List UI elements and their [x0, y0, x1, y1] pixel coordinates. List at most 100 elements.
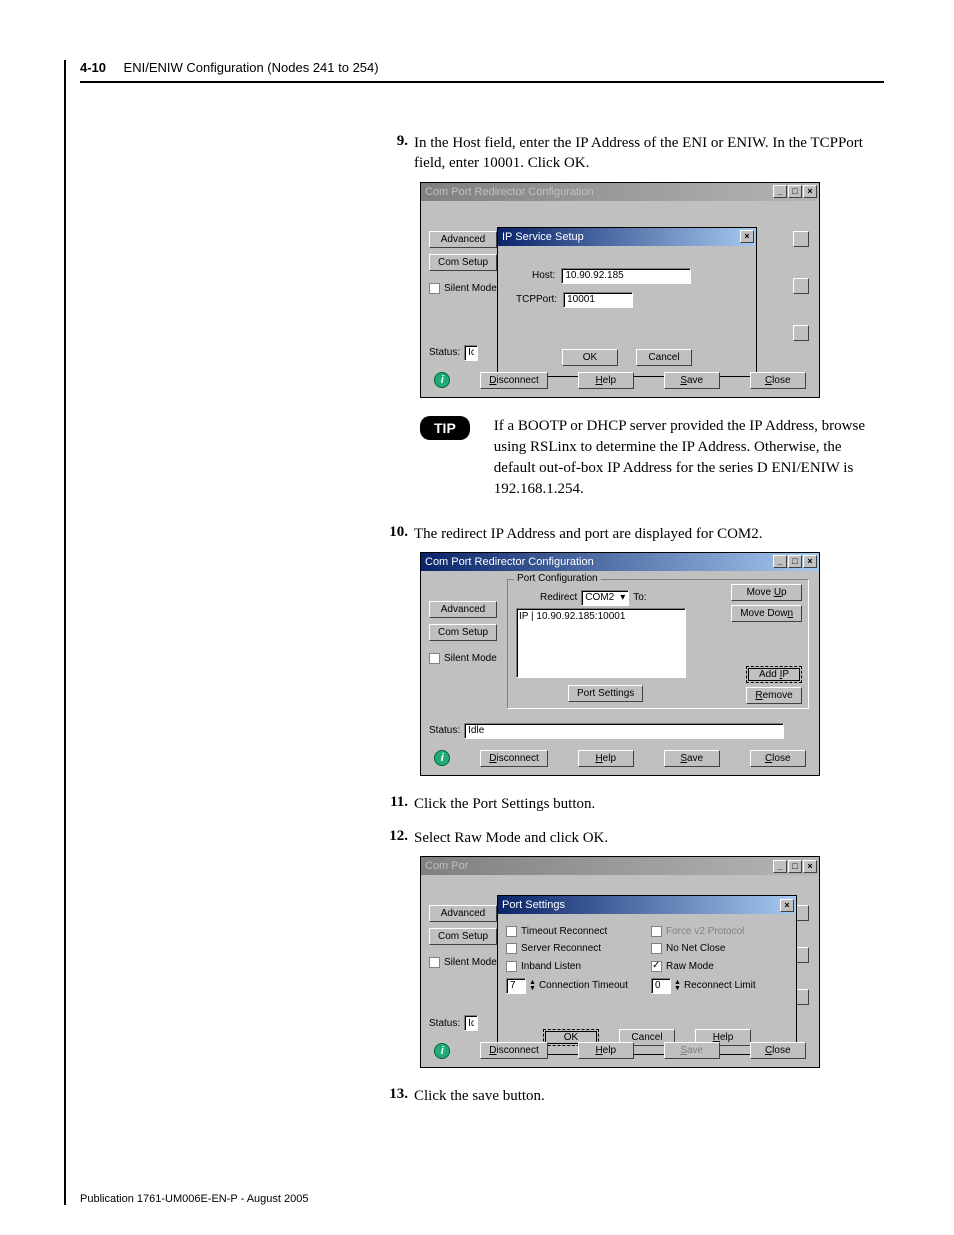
maximize-icon[interactable]: □	[788, 185, 802, 198]
com-setup-button[interactable]: Com Setup	[429, 624, 497, 641]
status-field	[464, 1015, 478, 1031]
raw-mode-checkbox[interactable]	[651, 961, 662, 972]
list-item[interactable]: IP | 10.90.92.185:10001	[519, 611, 683, 622]
help-button[interactable]: Help	[578, 372, 634, 389]
close-button[interactable]: Close	[750, 750, 806, 767]
help-button[interactable]: Help	[578, 1042, 634, 1059]
disconnect-button[interactable]: Disconnect	[480, 1042, 547, 1059]
tip-badge: TIP	[420, 416, 470, 440]
server-reconnect-checkbox[interactable]	[506, 943, 517, 954]
save-button: Save	[664, 1042, 720, 1059]
info-icon: i	[434, 372, 450, 388]
section-title: ENI/ENIW Configuration (Nodes 241 to 254…	[124, 60, 379, 75]
chk-label: Connection Timeout	[539, 980, 628, 991]
window-title: IP Service Setup	[502, 231, 584, 243]
advanced-button[interactable]: Advanced	[429, 231, 497, 248]
maximize-icon[interactable]: □	[788, 860, 802, 873]
close-button[interactable]: Close	[750, 1042, 806, 1059]
move-up-button[interactable]: Move Up	[731, 584, 802, 601]
dialog-port-settings: Port Settings × Timeout Reconnect Force …	[497, 895, 797, 1055]
silent-mode-checkbox[interactable]	[429, 653, 440, 664]
close-icon[interactable]: ×	[803, 860, 817, 873]
step-text: In the Host field, enter the IP Address …	[414, 133, 884, 174]
silent-mode-label: Silent Mode	[444, 283, 497, 294]
remove-button[interactable]: Remove	[746, 687, 802, 704]
close-icon[interactable]: ×	[780, 899, 794, 912]
status-field	[464, 345, 478, 361]
step-10: 10. The redirect IP Address and port are…	[380, 524, 884, 544]
dialog-com-port-redirector-1: Com Port Redirector Configuration _ □ × …	[420, 182, 820, 398]
group-label: Port Configuration	[514, 573, 601, 584]
tcpport-input[interactable]	[563, 292, 633, 308]
timeout-reconnect-checkbox[interactable]	[506, 926, 517, 937]
force-v2-checkbox	[651, 926, 662, 937]
status-label: Status:	[429, 725, 460, 736]
port-settings-button[interactable]: Port Settings	[568, 685, 643, 702]
minimize-icon[interactable]: _	[773, 555, 787, 568]
silent-mode-label: Silent Mode	[444, 653, 497, 664]
titlebar[interactable]: Port Settings ×	[498, 896, 796, 914]
ok-button[interactable]: OK	[562, 349, 618, 366]
chk-label: No Net Close	[666, 944, 725, 955]
window-title: Com Port Redirector Configuration	[425, 186, 594, 198]
to-label: To:	[633, 592, 646, 603]
host-label: Host:	[532, 270, 555, 281]
host-input[interactable]	[561, 268, 691, 284]
minimize-icon[interactable]: _	[773, 860, 787, 873]
dialog-com-port-redirector-3: Com Por _ □ × Advanced Com Setup Silent …	[420, 856, 820, 1068]
spinner-icon[interactable]: ▲▼	[674, 980, 681, 992]
disconnect-button[interactable]: Disconnect	[480, 750, 547, 767]
tcpport-label: TCPPort:	[516, 294, 557, 305]
step-11: 11. Click the Port Settings button.	[380, 794, 884, 814]
inband-listen-checkbox[interactable]	[506, 961, 517, 972]
step-number: 13.	[380, 1086, 408, 1106]
close-button[interactable]: Close	[750, 372, 806, 389]
window-title: Com Port Redirector Configuration	[425, 556, 594, 568]
close-icon[interactable]: ×	[740, 230, 754, 243]
titlebar[interactable]: Com Port Redirector Configuration _ □ ×	[421, 183, 819, 201]
disconnect-button[interactable]: Disconnect	[480, 372, 547, 389]
save-button[interactable]: Save	[664, 750, 720, 767]
close-icon[interactable]: ×	[803, 555, 817, 568]
silent-mode-checkbox[interactable]	[429, 957, 440, 968]
info-icon: i	[434, 750, 450, 766]
redirect-combo[interactable]: COM2▾	[581, 590, 629, 606]
silent-mode-checkbox[interactable]	[429, 283, 440, 294]
help-button[interactable]: Help	[578, 750, 634, 767]
chk-label: Reconnect Limit	[684, 980, 756, 991]
step-number: 11.	[380, 794, 408, 814]
ip-list[interactable]: IP | 10.90.92.185:10001	[516, 608, 686, 678]
chk-label: Inband Listen	[521, 961, 581, 972]
titlebar[interactable]: IP Service Setup ×	[498, 228, 756, 246]
chk-label: Timeout Reconnect	[521, 926, 607, 937]
add-ip-button[interactable]: Add IP	[746, 666, 802, 683]
titlebar[interactable]: Com Port Redirector Configuration _ □ ×	[421, 553, 819, 571]
spinner-icon[interactable]: ▲▼	[529, 980, 536, 992]
dialog-com-port-redirector-2: Com Port Redirector Configuration _ □ × …	[420, 552, 820, 776]
tip-text: If a BOOTP or DHCP server provided the I…	[494, 416, 884, 500]
list-stub	[793, 325, 809, 341]
step-text: The redirect IP Address and port are dis…	[414, 524, 884, 544]
save-button[interactable]: Save	[664, 372, 720, 389]
minimize-icon[interactable]: _	[773, 185, 787, 198]
advanced-button[interactable]: Advanced	[429, 601, 497, 618]
cancel-button[interactable]: Cancel	[636, 349, 692, 366]
advanced-button[interactable]: Advanced	[429, 905, 497, 922]
step-number: 12.	[380, 828, 408, 848]
status-label: Status:	[429, 347, 460, 358]
list-stub	[793, 231, 809, 247]
titlebar[interactable]: Com Por _ □ ×	[421, 857, 819, 875]
chk-label: Raw Mode	[666, 961, 714, 972]
com-setup-button[interactable]: Com Setup	[429, 928, 497, 945]
connection-timeout-input[interactable]	[506, 978, 526, 994]
com-setup-button[interactable]: Com Setup	[429, 254, 497, 271]
maximize-icon[interactable]: □	[788, 555, 802, 568]
move-down-button[interactable]: Move Down	[731, 605, 802, 622]
close-icon[interactable]: ×	[803, 185, 817, 198]
step-number: 9.	[380, 133, 408, 174]
window-title: Port Settings	[502, 899, 565, 911]
reconnect-limit-input[interactable]	[651, 978, 671, 994]
publication-footer: Publication 1761-UM006E-EN-P - August 20…	[80, 1193, 309, 1205]
no-net-close-checkbox[interactable]	[651, 943, 662, 954]
window-title-cut: Com Por	[425, 860, 468, 872]
